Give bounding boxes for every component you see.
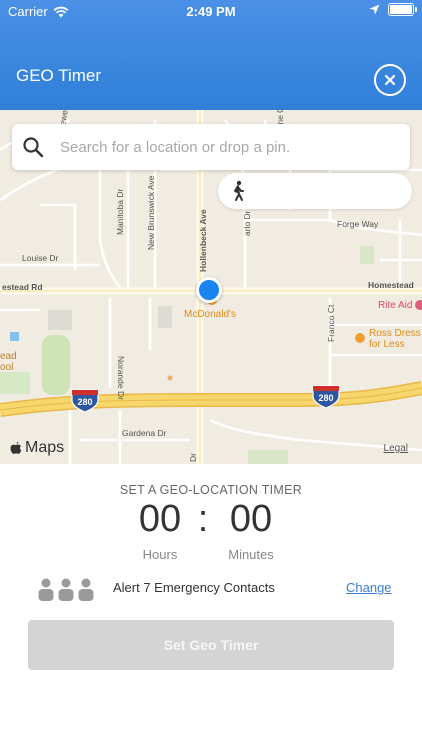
status-bar: Carrier 2:49 PM: [0, 0, 422, 22]
poi-label: Ross Dress: [369, 328, 421, 339]
status-time: 2:49 PM: [186, 4, 236, 19]
close-icon: [384, 74, 396, 86]
street-label: Dr: [188, 453, 198, 462]
maps-label: Maps: [25, 439, 65, 456]
minutes-label: Minutes: [228, 547, 274, 562]
minutes-picker[interactable]: 00: [201, 498, 301, 541]
hours-label: Hours: [142, 547, 178, 562]
poi-label: for Less: [369, 339, 405, 350]
building: [158, 306, 172, 328]
street-label: Louise Dr: [22, 253, 59, 263]
emergency-contacts-text: Alert 7 Emergency Contacts: [113, 580, 275, 595]
hours-picker[interactable]: 00: [110, 498, 210, 541]
set-geo-timer-button[interactable]: Set Geo Timer: [28, 620, 394, 670]
poi-label: McDonald's: [184, 309, 236, 320]
street-label: New Brunswick Ave: [146, 175, 156, 250]
transport-mode-toggle[interactable]: [218, 173, 412, 209]
search-input[interactable]: [58, 137, 410, 157]
park-area: [0, 372, 30, 394]
shopping-icon: [355, 333, 365, 343]
status-right: [369, 3, 417, 16]
street-label: arlo Dr: [242, 210, 252, 236]
street-label: Hollenbeck Ave: [198, 209, 208, 272]
pharmacy-icon: [415, 300, 422, 310]
park-area: [248, 450, 288, 464]
walking-person-icon: [234, 180, 244, 201]
page-title: GEO Timer: [16, 66, 102, 85]
battery-icon: [388, 3, 417, 16]
change-contacts-link[interactable]: Change: [346, 580, 392, 595]
poi-label: ead: [0, 351, 17, 362]
poi-label: ool: [0, 362, 13, 373]
poi-dot: [167, 375, 173, 381]
legal-link[interactable]: Legal: [384, 443, 408, 454]
svg-text:280: 280: [318, 393, 333, 403]
search-icon: [23, 137, 44, 158]
park-area: [360, 246, 374, 264]
svg-text:280: 280: [77, 397, 92, 407]
street-label: Franco Ct: [326, 304, 336, 342]
street-label: Manitoba Dr: [115, 189, 125, 235]
location-search-bar[interactable]: [12, 124, 410, 170]
location-arrow-icon: [369, 4, 380, 15]
timer-section-title: SET A GEO-LOCATION TIMER: [119, 483, 303, 497]
street-label: Homestead: [368, 280, 414, 290]
battery-fill: [390, 5, 412, 14]
close-button[interactable]: [374, 64, 406, 96]
park-area: [42, 335, 70, 395]
maps-attribution: Maps: [10, 439, 64, 457]
street-label: Gardena Dr: [122, 428, 167, 438]
building: [48, 310, 72, 330]
current-location-pin[interactable]: [196, 277, 222, 303]
water: [10, 332, 19, 341]
contacts-group-icon: [38, 578, 94, 601]
poi-label: Rite Aid: [378, 300, 412, 311]
app-header: Carrier 2:49 PM GEO Timer: [0, 0, 422, 110]
apple-logo-icon: [10, 441, 22, 454]
street-label: estead Rd: [2, 282, 43, 292]
street-label: Forge Way: [337, 219, 379, 229]
street-label: Norande Dr: [116, 356, 126, 400]
